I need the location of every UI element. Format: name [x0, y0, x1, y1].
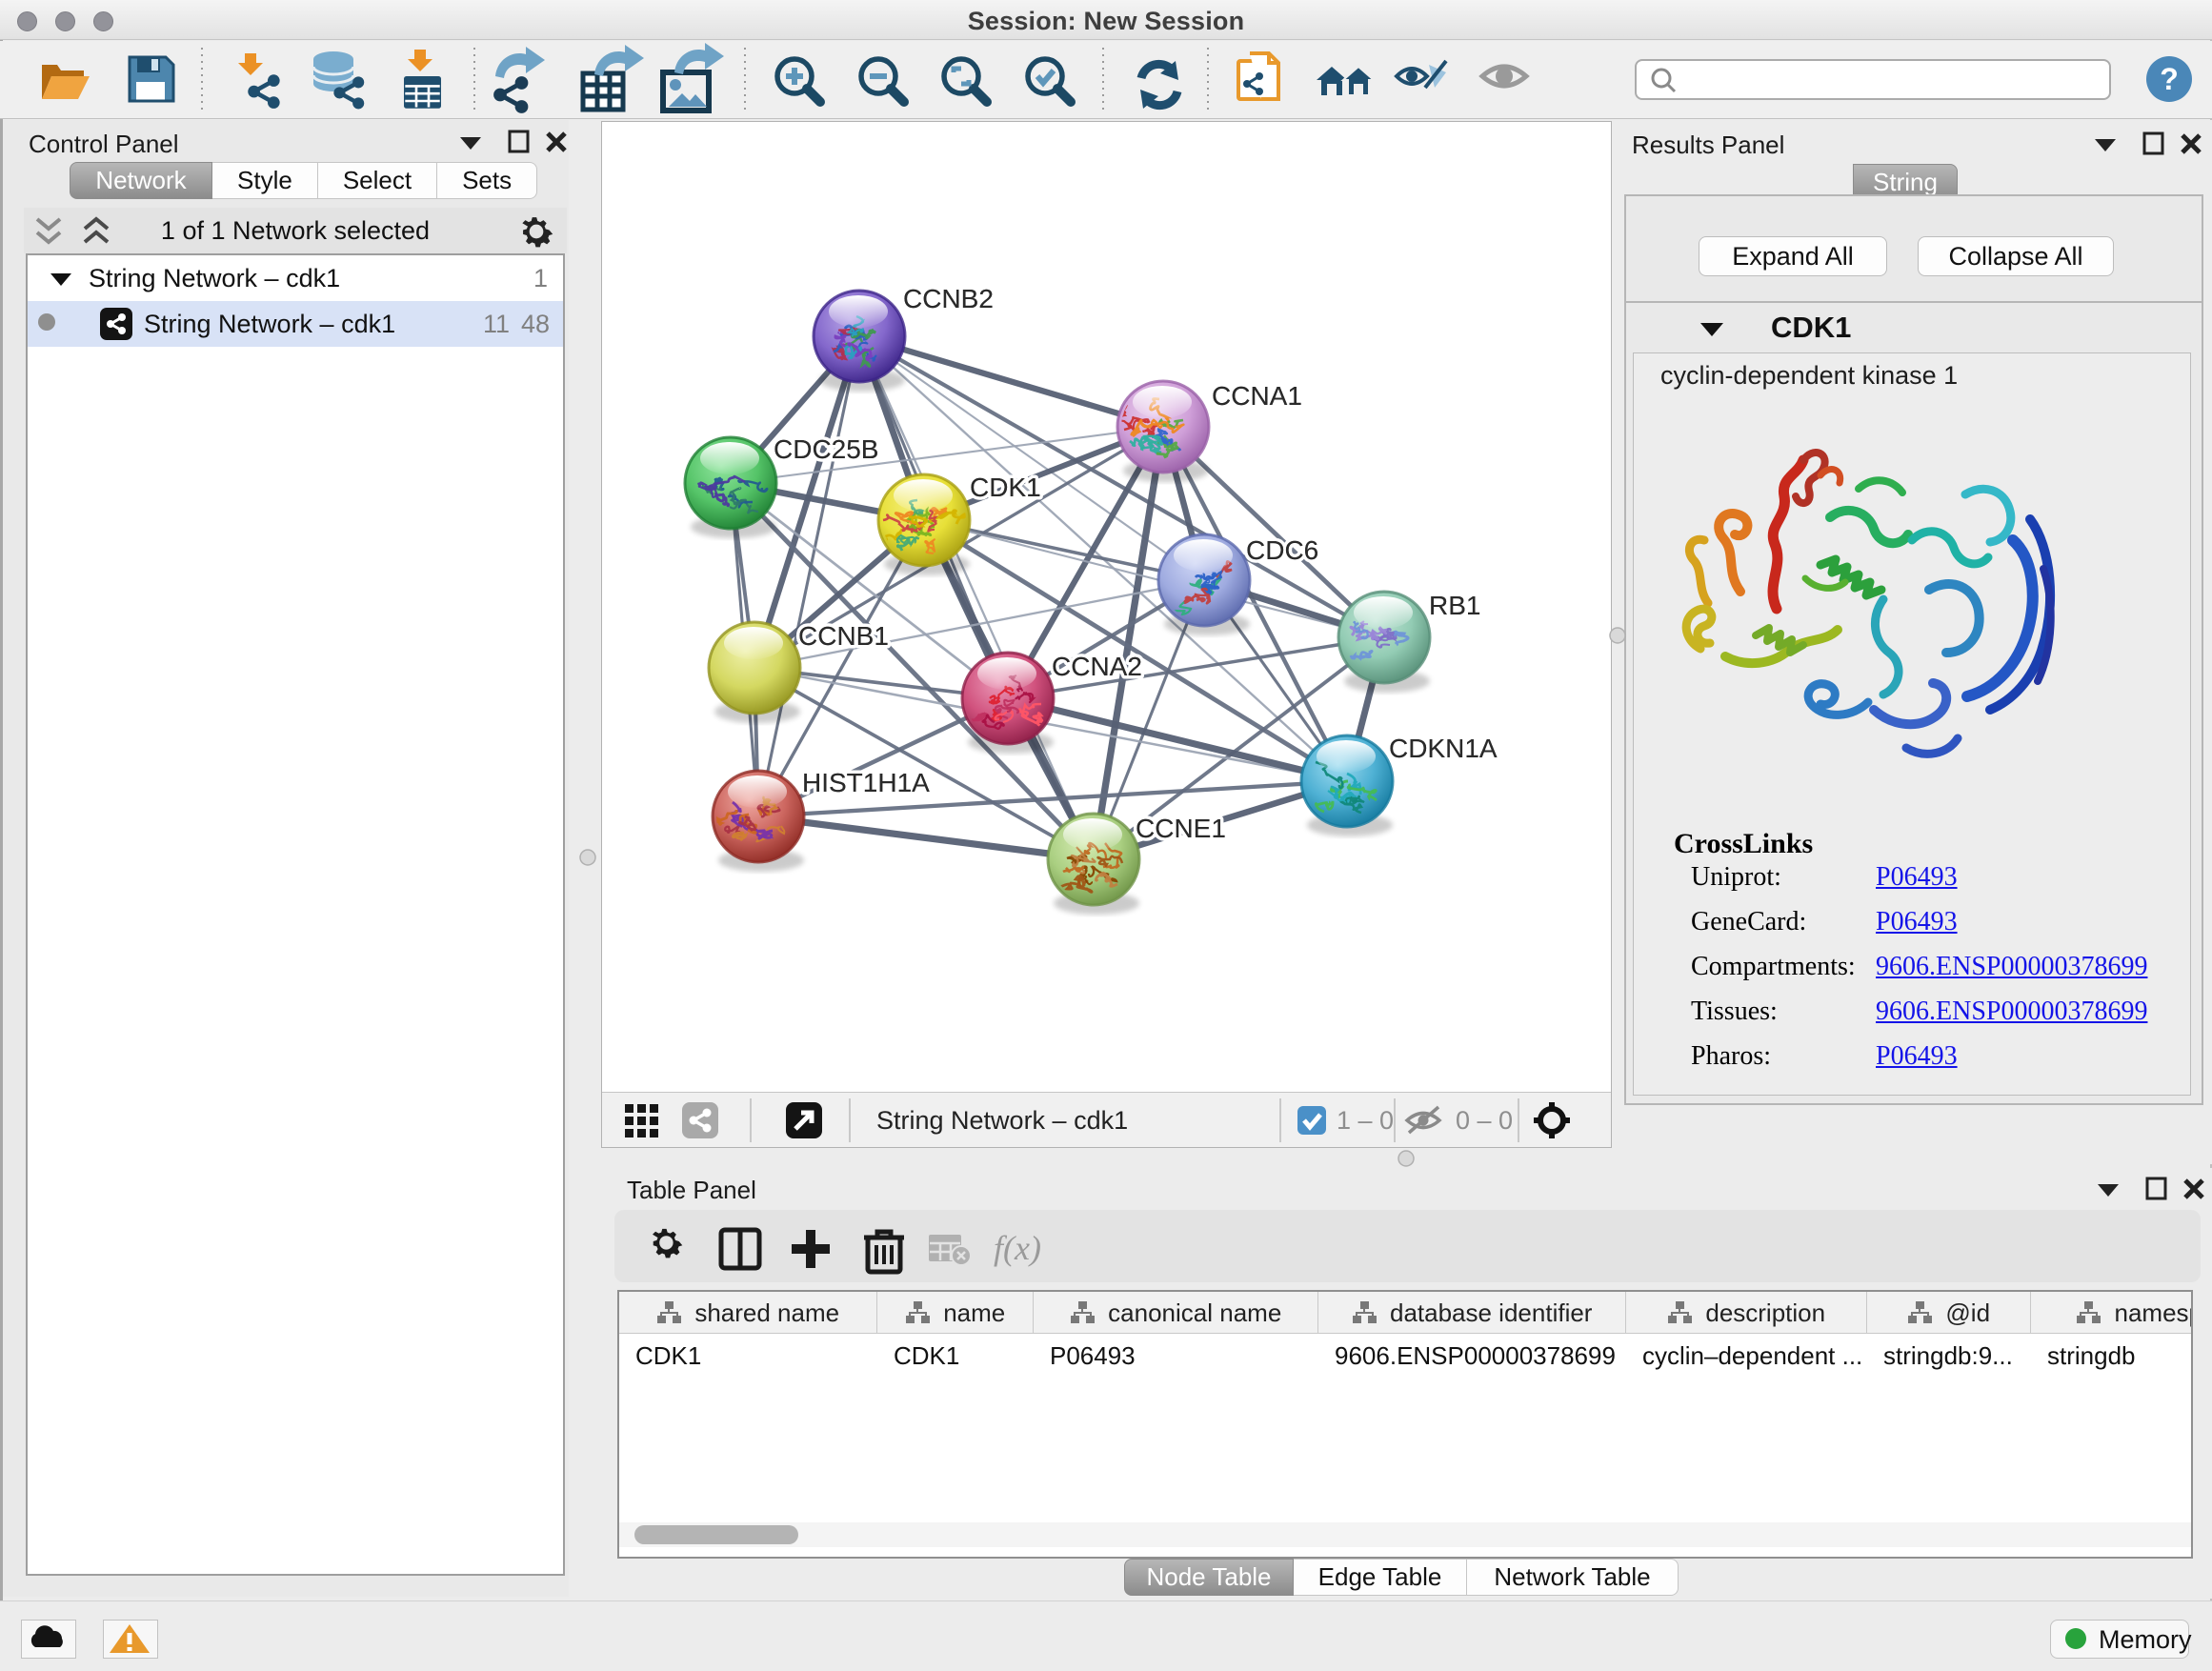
svg-text:CCNB1: CCNB1 — [798, 621, 889, 651]
svg-text:0 – 0: 0 – 0 — [1456, 1106, 1513, 1135]
svg-text:CCNA2: CCNA2 — [1052, 652, 1142, 681]
svg-text:CDC6: CDC6 — [1246, 535, 1318, 565]
svg-text:CDKN1A: CDKN1A — [1389, 734, 1498, 763]
svg-text:1 – 0: 1 – 0 — [1337, 1106, 1394, 1135]
svg-text:RB1: RB1 — [1429, 591, 1480, 620]
svg-text:CDC25B: CDC25B — [774, 434, 878, 464]
svg-text:CCNE1: CCNE1 — [1136, 814, 1226, 843]
svg-text:CCNB2: CCNB2 — [903, 284, 994, 313]
svg-text:HIST1H1A: HIST1H1A — [802, 768, 930, 797]
svg-text:String Network – cdk1: String Network – cdk1 — [876, 1106, 1128, 1135]
svg-text:CCNA1: CCNA1 — [1212, 381, 1302, 411]
svg-text:f(x): f(x) — [994, 1229, 1041, 1267]
svg-text:?: ? — [2160, 62, 2179, 96]
svg-text:CDK1: CDK1 — [970, 473, 1041, 502]
